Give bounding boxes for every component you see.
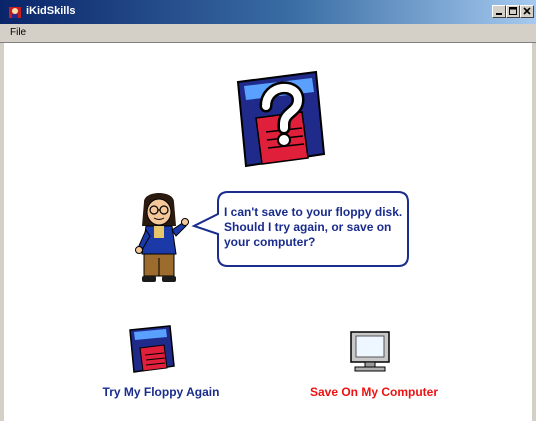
title-bar[interactable]: iKidSkills	[0, 0, 536, 24]
speech-bubble-text: I can't save to your floppy disk. Should…	[224, 205, 403, 249]
window-frame-right	[532, 43, 536, 421]
app-icon	[9, 7, 21, 18]
maximize-icon	[509, 7, 517, 15]
close-icon	[523, 7, 531, 15]
window-title: iKidSkills	[26, 5, 76, 17]
close-button[interactable]	[520, 5, 534, 18]
try-floppy-again-button[interactable]: Try My Floppy Again	[86, 385, 236, 399]
maximize-button[interactable]	[506, 5, 520, 18]
app-window: iKidSkills File I can't save to your flo…	[0, 0, 536, 421]
menu-file[interactable]: File	[10, 27, 26, 38]
minimize-button[interactable]	[492, 5, 506, 18]
minimize-icon	[496, 13, 502, 15]
save-on-computer-button[interactable]: Save On My Computer	[292, 385, 456, 399]
computer-monitor-icon[interactable]	[348, 330, 392, 374]
character-icon	[135, 193, 189, 282]
floppy-question-icon	[236, 70, 326, 168]
floppy-disk-icon[interactable]	[126, 324, 178, 374]
menu-bar: File	[0, 24, 536, 43]
